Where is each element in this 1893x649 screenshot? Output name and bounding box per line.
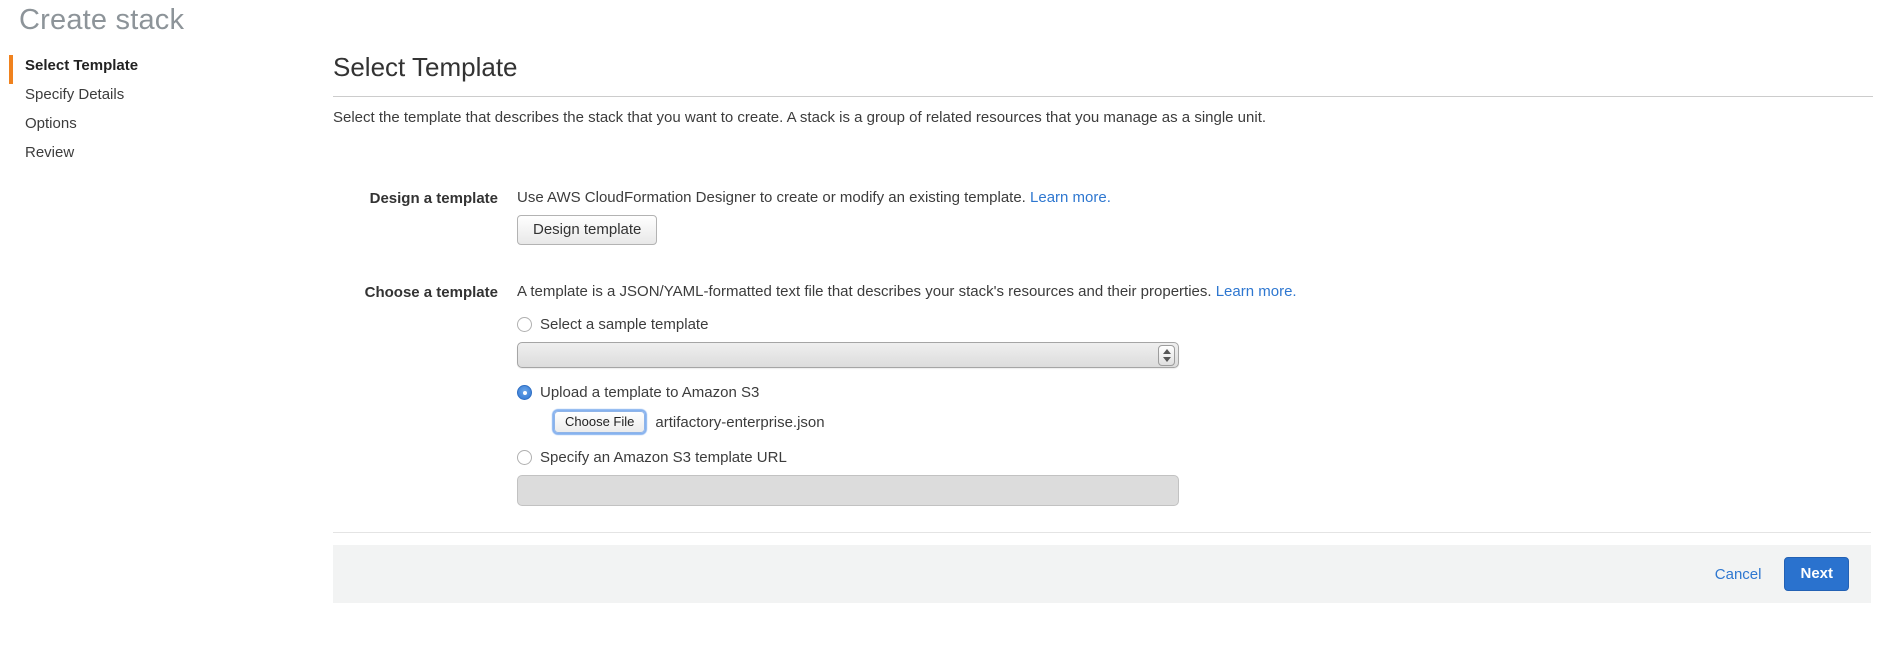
choose-template-row: Choose a template A template is a JSON/Y…: [333, 283, 1873, 506]
next-button[interactable]: Next: [1784, 557, 1849, 591]
radio-button-url[interactable]: [517, 450, 532, 465]
radio-specify-url[interactable]: Specify an Amazon S3 template URL: [517, 449, 1873, 466]
file-upload-row: Choose File artifactory-enterprise.json: [554, 411, 1873, 433]
cancel-button[interactable]: Cancel: [1715, 566, 1762, 583]
section-heading: Select Template: [333, 52, 1873, 83]
radio-button-upload[interactable]: [517, 385, 532, 400]
uploaded-file-name: artifactory-enterprise.json: [655, 414, 824, 431]
heading-divider: [333, 96, 1873, 97]
sidebar-step-specify-details[interactable]: Specify Details: [9, 84, 290, 113]
choose-template-text: A template is a JSON/YAML-formatted text…: [517, 283, 1216, 300]
wizard-footer: Cancel Next: [333, 545, 1871, 603]
choose-learn-more-link[interactable]: Learn more.: [1216, 283, 1297, 300]
choose-template-description: A template is a JSON/YAML-formatted text…: [517, 283, 1873, 300]
s3-template-url-input[interactable]: [517, 475, 1179, 506]
choose-template-label: Choose a template: [333, 283, 517, 506]
radio-label-upload[interactable]: Upload a template to Amazon S3: [540, 384, 759, 401]
choose-file-button[interactable]: Choose File: [554, 411, 645, 433]
chevron-up-icon: [1163, 349, 1171, 354]
radio-select-sample-template[interactable]: Select a sample template: [517, 316, 1873, 333]
radio-button-sample[interactable]: [517, 317, 532, 332]
sidebar-step-review[interactable]: Review: [9, 142, 290, 171]
select-stepper-icon: [1158, 345, 1175, 366]
sample-template-select[interactable]: [517, 342, 1179, 368]
sidebar-step-options[interactable]: Options: [9, 113, 290, 142]
chevron-down-icon: [1163, 357, 1171, 362]
wizard-steps-sidebar: Select Template Specify Details Options …: [0, 55, 290, 171]
design-learn-more-link[interactable]: Learn more.: [1030, 189, 1111, 206]
main-content: Select Template Select the template that…: [333, 52, 1873, 506]
page-title: Create stack: [19, 4, 184, 37]
design-template-text: Use AWS CloudFormation Designer to creat…: [517, 189, 1030, 206]
section-description: Select the template that describes the s…: [333, 109, 1873, 126]
pre-footer-divider: [333, 532, 1871, 533]
radio-label-url[interactable]: Specify an Amazon S3 template URL: [540, 449, 787, 466]
radio-label-sample[interactable]: Select a sample template: [540, 316, 708, 333]
sidebar-step-select-template[interactable]: Select Template: [9, 55, 290, 84]
design-template-description: Use AWS CloudFormation Designer to creat…: [517, 189, 1873, 206]
design-template-label: Design a template: [333, 189, 517, 245]
radio-upload-template[interactable]: Upload a template to Amazon S3: [517, 384, 1873, 401]
design-template-row: Design a template Use AWS CloudFormation…: [333, 189, 1873, 245]
design-template-button[interactable]: Design template: [517, 215, 657, 245]
